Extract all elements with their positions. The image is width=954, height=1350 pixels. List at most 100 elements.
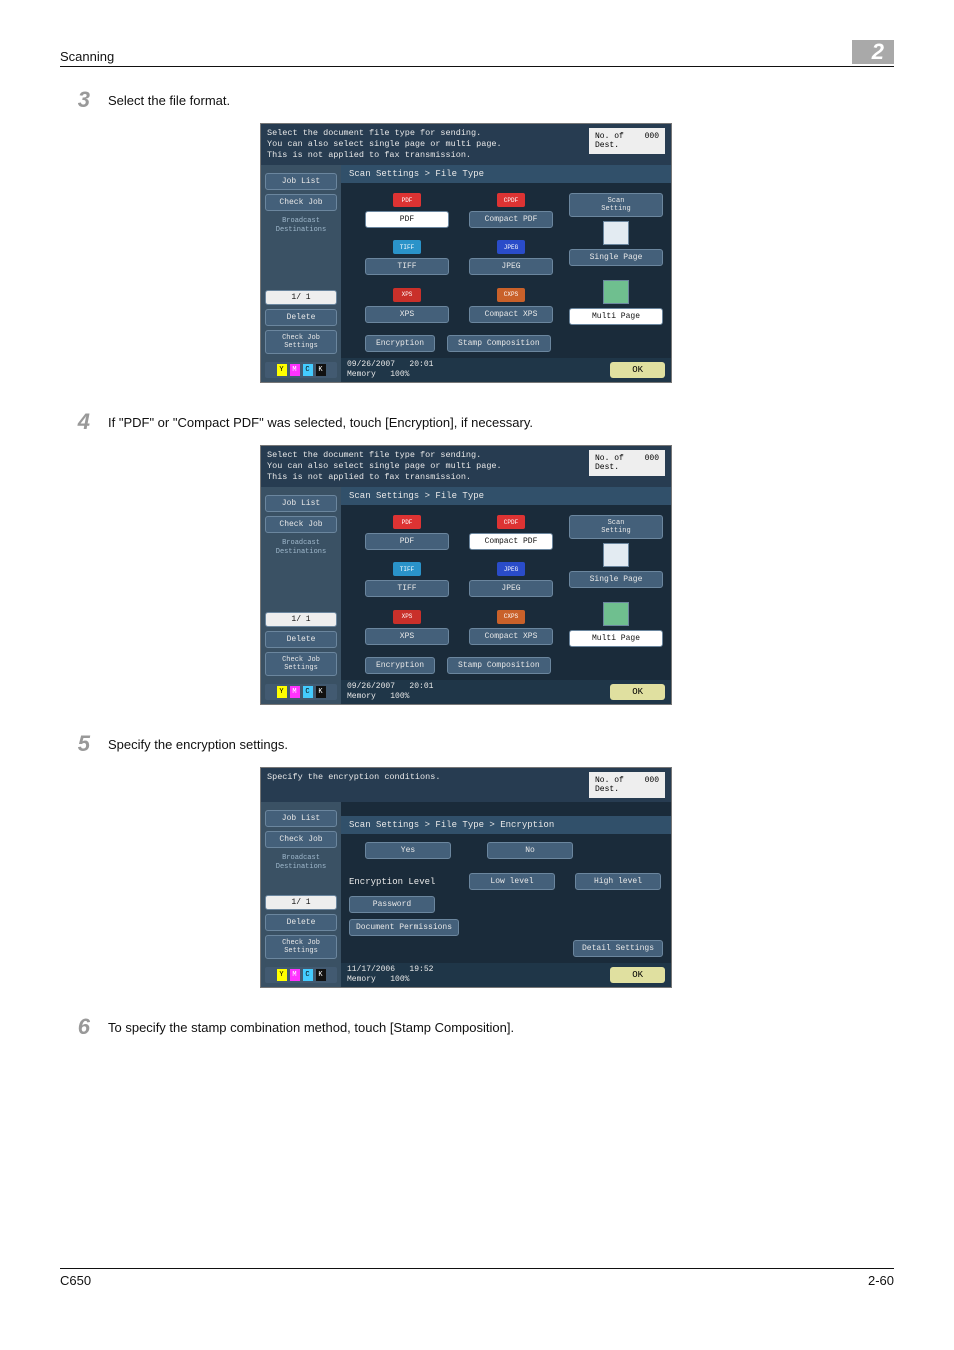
xps-icon: XPS: [393, 288, 421, 302]
file-type-tiff[interactable]: TIFF TIFF: [365, 240, 449, 277]
ok-button[interactable]: OK: [610, 967, 665, 983]
job-list-button[interactable]: Job List: [265, 810, 337, 827]
multi-page-tile[interactable]: Multi Page: [569, 602, 663, 647]
scan-setting-label: Scan Setting: [569, 193, 663, 217]
toner-indicator: Y M C K: [265, 967, 337, 983]
file-type-tiff[interactable]: TIFF TIFF: [365, 562, 449, 599]
page-number: 2-60: [868, 1273, 894, 1288]
file-type-pdf[interactable]: PDF PDF: [365, 193, 449, 230]
cxps-icon: CXPS: [497, 610, 525, 624]
dest-label: No. of Dest.: [595, 132, 624, 150]
multi-page-icon: [603, 280, 629, 304]
footer-status: 11/17/2006 19:52 Memory 100%: [347, 965, 433, 985]
check-job-settings-button[interactable]: Check Job Settings: [265, 935, 337, 959]
password-button[interactable]: Password: [349, 896, 435, 913]
toner-m: M: [290, 686, 300, 698]
file-type-jpeg[interactable]: JPEG JPEG: [469, 240, 553, 277]
check-job-settings-button[interactable]: Check Job Settings: [265, 652, 337, 676]
scan-setting-label: Scan Setting: [569, 515, 663, 539]
toner-c: C: [303, 686, 313, 698]
encryption-button[interactable]: Encryption: [365, 335, 435, 352]
dest-count-box: No. of Dest. 000: [589, 450, 665, 476]
file-type-compact-xps[interactable]: CXPS Compact XPS: [469, 288, 553, 325]
breadcrumb: Scan Settings > File Type: [341, 165, 671, 183]
xps-icon: XPS: [393, 610, 421, 624]
ok-button[interactable]: OK: [610, 684, 665, 700]
toner-k: K: [316, 686, 326, 698]
step-number: 3: [60, 89, 108, 111]
encryption-yes-button[interactable]: Yes: [365, 842, 451, 859]
encryption-button[interactable]: Encryption: [365, 657, 435, 674]
pager: 1/ 1: [265, 895, 337, 910]
file-type-label: JPEG: [469, 580, 553, 597]
multi-page-icon: [603, 602, 629, 626]
dest-count-box: No. of Dest. 000: [589, 128, 665, 154]
check-job-button[interactable]: Check Job: [265, 516, 337, 533]
single-page-label: Single Page: [569, 571, 663, 588]
file-type-label: TIFF: [365, 258, 449, 275]
step-number: 5: [60, 733, 108, 755]
cpdf-icon: CPDF: [497, 515, 525, 529]
dest-count: 000: [645, 454, 659, 472]
check-job-button[interactable]: Check Job: [265, 194, 337, 211]
file-type-label: PDF: [365, 211, 449, 228]
sidebar: Job List Check Job Broadcast Destination…: [261, 165, 341, 382]
scan-setting-tile[interactable]: Scan Setting Single Page: [569, 193, 663, 266]
ok-button[interactable]: OK: [610, 362, 665, 378]
step-text: If "PDF" or "Compact PDF" was selected, …: [108, 411, 533, 430]
broadcast-label: Broadcast Destinations: [265, 217, 337, 235]
high-level-button[interactable]: High level: [575, 873, 661, 890]
file-type-label: XPS: [365, 628, 449, 645]
footer-status: 09/26/2007 20:01 Memory 100%: [347, 682, 433, 702]
job-list-button[interactable]: Job List: [265, 495, 337, 512]
toner-k: K: [316, 364, 326, 376]
screenshot-file-type-compact-pdf: Select the document file type for sendin…: [260, 445, 672, 705]
step-5: 5 Specify the encryption settings.: [60, 733, 894, 755]
file-type-jpeg[interactable]: JPEG JPEG: [469, 562, 553, 599]
file-type-xps[interactable]: XPS XPS: [365, 610, 449, 647]
sidebar: Job List Check Job Broadcast Destination…: [261, 487, 341, 704]
pdf-icon: PDF: [393, 193, 421, 207]
panel-header-text: Specify the encryption conditions.: [267, 772, 589, 783]
multi-page-label: Multi Page: [569, 630, 663, 647]
toner-y: Y: [277, 969, 287, 981]
chapter-number: 2: [852, 40, 894, 64]
file-type-label: Compact PDF: [469, 533, 553, 550]
check-job-button[interactable]: Check Job: [265, 831, 337, 848]
tiff-icon: TIFF: [393, 562, 421, 576]
file-type-label: Compact XPS: [469, 628, 553, 645]
sidebar: Job List Check Job Broadcast Destination…: [261, 802, 341, 987]
delete-button[interactable]: Delete: [265, 309, 337, 326]
job-list-button[interactable]: Job List: [265, 173, 337, 190]
multi-page-label: Multi Page: [569, 308, 663, 325]
stamp-composition-button[interactable]: Stamp Composition: [447, 657, 551, 674]
dest-count: 000: [645, 132, 659, 150]
file-type-xps[interactable]: XPS XPS: [365, 288, 449, 325]
broadcast-label: Broadcast Destinations: [265, 854, 337, 872]
encryption-level-label: Encryption Level: [349, 877, 449, 887]
dest-label: No. of Dest.: [595, 454, 624, 472]
file-type-pdf[interactable]: PDF PDF: [365, 515, 449, 552]
file-type-compact-pdf[interactable]: CPDF Compact PDF: [469, 515, 553, 552]
toner-c: C: [303, 969, 313, 981]
toner-y: Y: [277, 364, 287, 376]
delete-button[interactable]: Delete: [265, 914, 337, 931]
pager: 1/ 1: [265, 612, 337, 627]
detail-settings-button[interactable]: Detail Settings: [573, 940, 663, 957]
dest-count: 000: [645, 776, 659, 794]
cpdf-icon: CPDF: [497, 193, 525, 207]
check-job-settings-button[interactable]: Check Job Settings: [265, 330, 337, 354]
encryption-no-button[interactable]: No: [487, 842, 573, 859]
broadcast-label: Broadcast Destinations: [265, 539, 337, 557]
multi-page-tile[interactable]: Multi Page: [569, 280, 663, 325]
delete-button[interactable]: Delete: [265, 631, 337, 648]
stamp-composition-button[interactable]: Stamp Composition: [447, 335, 551, 352]
scan-setting-icon: [603, 543, 629, 567]
low-level-button[interactable]: Low level: [469, 873, 555, 890]
dest-count-box: No. of Dest. 000: [589, 772, 665, 798]
file-type-compact-xps[interactable]: CXPS Compact XPS: [469, 610, 553, 647]
document-permissions-button[interactable]: Document Permissions: [349, 919, 459, 936]
page-footer: C650 2-60: [60, 1268, 894, 1288]
file-type-compact-pdf[interactable]: CPDF Compact PDF: [469, 193, 553, 230]
scan-setting-tile[interactable]: Scan Setting Single Page: [569, 515, 663, 588]
